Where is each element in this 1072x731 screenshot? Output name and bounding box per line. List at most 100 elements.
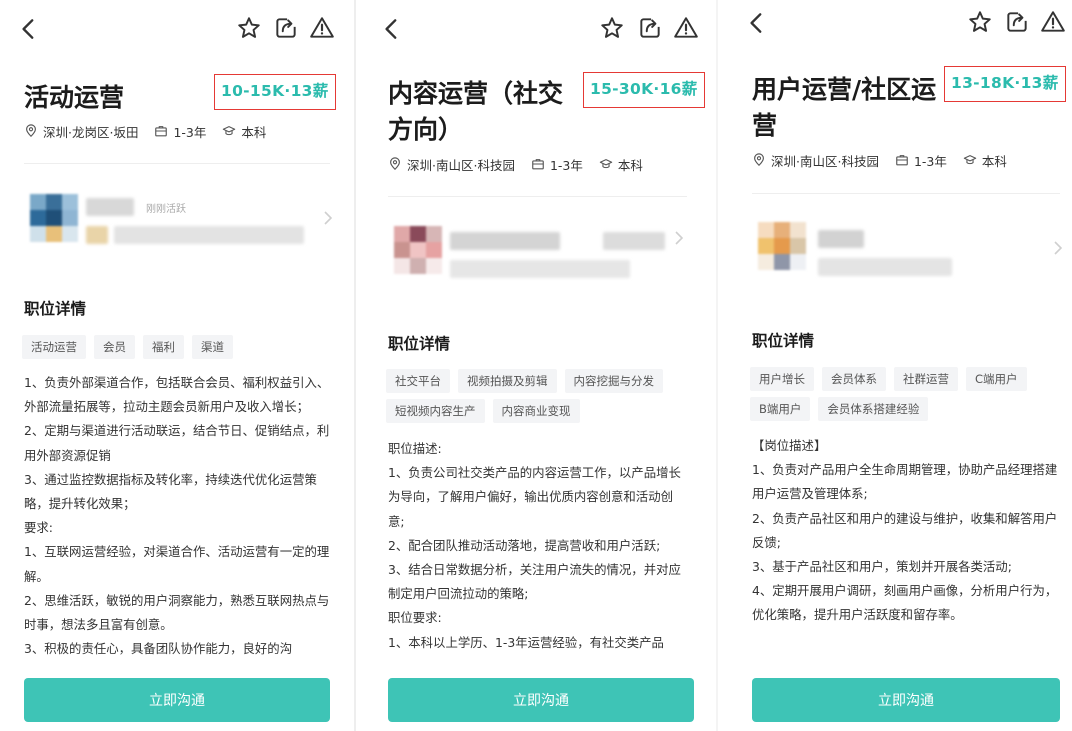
top-bar	[0, 8, 354, 48]
job-title: 内容运营（社交方向）	[388, 79, 564, 144]
location-text: 深圳·龙岗区·坂田	[43, 124, 139, 140]
job-detail-panel: 活动运营 10-15K·13薪 深圳·龙岗区·坂田 1-3年 本科 刚刚活跃 职…	[0, 0, 354, 731]
experience-text: 1-3年	[173, 124, 207, 140]
description-line: 3、通过监控数据指标及转化率，持续迭代优化运营策略，提升转化效果；	[24, 471, 317, 512]
education-text: 本科	[241, 124, 267, 140]
tag[interactable]: 用户增长	[750, 367, 814, 391]
experience-text: 1-3年	[549, 157, 583, 173]
education-icon	[223, 126, 236, 136]
description-line: 2、负责产品社区和用户的建设与维护，收集和解答用户反馈;	[752, 510, 1058, 550]
share-icon[interactable]	[273, 15, 299, 41]
tag[interactable]: 活动运营	[22, 335, 86, 359]
education-text: 本科	[981, 153, 1007, 169]
chat-now-button[interactable]: 立即沟通	[24, 678, 330, 722]
location-text: 深圳·南山区·科技园	[407, 157, 515, 173]
section-title: 职位详情	[752, 332, 815, 350]
company-logo-blurred	[86, 226, 108, 244]
warning-icon[interactable]	[1040, 9, 1066, 35]
tag[interactable]: 内容挖掘与分发	[564, 369, 663, 393]
recruiter-avatar	[394, 226, 442, 274]
job-title: 活动运营	[24, 83, 125, 112]
job-detail-panel: 用户运营/社区运营 13-18K·13薪 深圳·南山区·科技园 1-3年 本科 …	[722, 0, 1072, 731]
tag-list: 活动运营 会员 福利 渠道	[22, 335, 334, 359]
recruiter-status: 刚刚活跃	[146, 204, 186, 215]
tag[interactable]: 会员	[94, 335, 135, 359]
briefcase-icon	[532, 159, 544, 170]
job-meta: 深圳·南山区·科技园 1-3年 本科	[388, 154, 659, 174]
tag[interactable]: 渠道	[192, 335, 233, 359]
recruiter-company-blurred	[450, 260, 630, 278]
location-icon	[26, 124, 36, 138]
description-line: 【岗位描述】	[752, 438, 827, 453]
education-icon	[963, 155, 977, 165]
tag[interactable]: C端用户	[966, 367, 1027, 391]
back-arrow-icon[interactable]	[744, 10, 770, 36]
recruiter-name-blurred	[86, 198, 134, 216]
tag[interactable]: 社群运营	[894, 367, 958, 391]
star-icon[interactable]	[967, 9, 993, 35]
tag[interactable]: B端用户	[750, 397, 811, 421]
back-arrow-icon[interactable]	[16, 16, 42, 42]
recruiter-card[interactable]: 刚刚活跃	[24, 190, 334, 250]
share-icon[interactable]	[637, 15, 663, 41]
star-icon[interactable]	[599, 15, 625, 41]
tag[interactable]: 会员体系	[822, 367, 886, 391]
job-description: 【岗位描述】 1、负责对产品用户全生命周期管理，协助产品经理搭建用户运营及管理体…	[752, 434, 1058, 670]
chat-now-button[interactable]: 立即沟通	[388, 678, 694, 722]
description-line: 2、思维活跃，敏锐的用户洞察能力，熟悉互联网热点与时事，想法多且富有创意。	[24, 592, 330, 633]
description-line: 1、负责公司社交类产品的内容运营工作，以产品增长为导向，了解用户偏好，输出优质内…	[388, 465, 681, 529]
job-description: 职位描述: 1、负责公司社交类产品的内容运营工作，以产品增长为导向，了解用户偏好…	[388, 437, 687, 671]
description-line: 1、互联网运营经验，对渠道合作、活动运营有一定的理解。	[24, 544, 330, 584]
tag[interactable]: 社交平台	[386, 369, 450, 393]
warning-icon[interactable]	[673, 15, 699, 41]
recruiter-name-blurred	[818, 230, 864, 248]
tag-list: 社交平台 视频拍摄及剪辑 内容挖掘与分发 短视频内容生产 内容商业变现	[386, 369, 699, 423]
tag[interactable]: 内容商业变现	[492, 399, 580, 423]
job-meta: 深圳·龙岗区·坂田 1-3年 本科	[24, 121, 282, 141]
warning-icon[interactable]	[309, 15, 335, 41]
chevron-right-icon	[675, 231, 684, 245]
description-line: 2、定期与渠道进行活动联运，结合节日、促销结点，利用外部资源促销	[24, 423, 330, 463]
description-line: 职位描述:	[388, 441, 442, 456]
recruiter-company-blurred	[818, 258, 952, 276]
tag[interactable]: 短视频内容生产	[386, 399, 485, 423]
salary-badge: 13-18K·13薪	[944, 66, 1066, 102]
top-bar	[357, 8, 711, 48]
tag[interactable]: 福利	[143, 335, 184, 359]
job-description: 1、负责外部渠道合作，包括联合会员、福利权益引入、外部流量拓展等，拉动主题会员新…	[24, 371, 332, 669]
recruiter-name-blurred	[450, 232, 560, 250]
education-text: 本科	[617, 157, 643, 173]
tag[interactable]: 会员体系搭建经验	[818, 397, 929, 421]
divider	[24, 163, 330, 164]
job-detail-panel: 内容运营（社交方向） 15-30K·16薪 深圳·南山区·科技园 1-3年 本科…	[357, 0, 711, 731]
location-icon	[754, 153, 764, 167]
section-title: 职位详情	[388, 335, 451, 353]
salary-badge: 15-30K·16薪	[583, 72, 705, 108]
recruiter-card[interactable]	[388, 222, 691, 282]
location-text: 深圳·南山区·科技园	[771, 153, 879, 169]
share-icon[interactable]	[1004, 9, 1030, 35]
recruiter-avatar	[30, 194, 78, 242]
tag-list: 用户增长 会员体系 社群运营 C端用户 B端用户 会员体系搭建经验	[750, 367, 1058, 421]
top-bar	[722, 2, 1072, 42]
divider	[388, 196, 687, 197]
recruiter-card[interactable]	[752, 218, 1064, 278]
chat-now-button[interactable]: 立即沟通	[752, 678, 1060, 722]
back-arrow-icon[interactable]	[379, 16, 405, 42]
briefcase-icon	[155, 126, 168, 137]
description-line: 1、本科以上学历、1-3年运营经验，有社交类产品	[388, 634, 664, 650]
description-line: 1、负责外部渠道合作，包括联合会员、福利权益引入、外部流量拓展等，拉动主题会员新…	[24, 375, 330, 415]
fade-overlay	[0, 652, 354, 670]
chevron-right-icon	[1054, 241, 1063, 255]
job-title: 用户运营/社区运营	[752, 75, 937, 140]
description-line: 4、定期开展用户调研，刻画用户画像，分析用户行为，优化策略，提升用户活跃度和留存…	[752, 583, 1058, 623]
fade-overlay	[357, 660, 711, 678]
panel-separator	[716, 0, 718, 731]
star-icon[interactable]	[236, 15, 262, 41]
recruiter-status-blurred	[603, 232, 665, 250]
description-line: 要求:	[24, 520, 53, 536]
section-title: 职位详情	[24, 300, 87, 318]
panel-separator	[354, 0, 356, 731]
recruiter-avatar	[758, 222, 806, 270]
tag[interactable]: 视频拍摄及剪辑	[458, 369, 557, 393]
